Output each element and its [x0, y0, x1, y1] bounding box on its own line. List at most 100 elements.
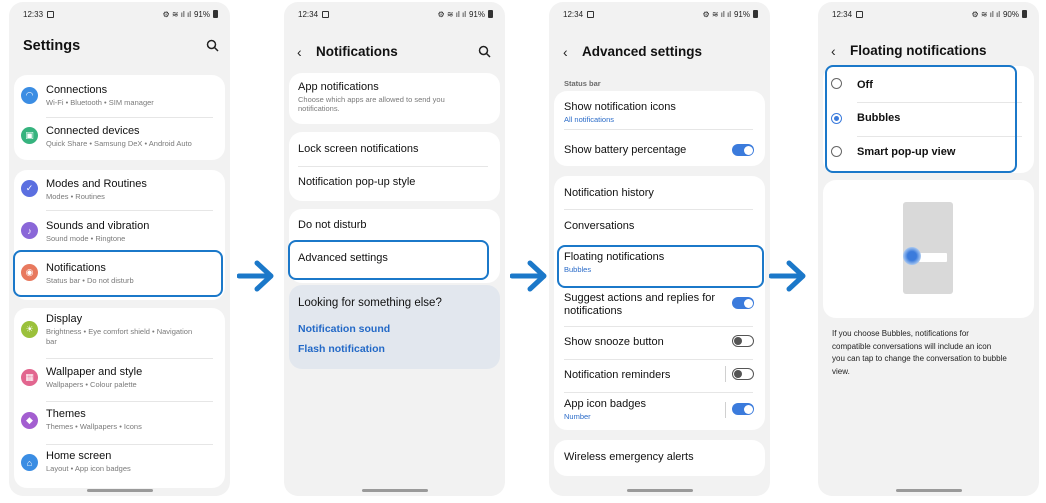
do-not-disturb-item[interactable]: Do not disturb — [289, 209, 500, 243]
settings-group-connections: ◠ Connections Wi-Fi • Bluetooth • SIM ma… — [14, 75, 225, 160]
highlight-notifications — [13, 250, 223, 297]
highlight-advanced-settings — [288, 240, 489, 280]
item-label: Connected devices — [46, 125, 140, 137]
search-icon[interactable] — [206, 39, 219, 52]
settings-screen: 12:33 ⚙ ≋ ıl ıl 91% Settings ◠ Connection… — [9, 2, 230, 496]
settings-item-display[interactable]: ☀ Display Brightness • Eye comfort shiel… — [14, 308, 225, 358]
show-snooze-button-item[interactable]: Show snooze button — [554, 327, 765, 359]
gallery-icon — [322, 10, 330, 18]
status-bar: 12:34 ⚙ ≋ ıl ıl 90% — [832, 8, 1027, 20]
conversations-item[interactable]: Conversations — [554, 210, 765, 242]
highlight-options — [825, 65, 1017, 173]
battery-level: 91% — [733, 9, 750, 19]
reminders-toggle[interactable] — [732, 368, 754, 380]
description-line: compatible conversations will include an… — [832, 341, 992, 351]
app-notifications-sub-cont: notifications. — [298, 104, 340, 113]
settings-item-connections[interactable]: ◠ Connections Wi-Fi • Bluetooth • SIM ma… — [14, 75, 225, 117]
arrow-right-icon — [237, 260, 274, 292]
snooze-toggle[interactable] — [732, 335, 754, 347]
description-line: If you choose Bubbles, notifications for — [832, 329, 969, 338]
suggest-actions-toggle[interactable] — [732, 297, 754, 309]
settings-item-wallpaper[interactable]: ▦ Wallpaper and style Wallpapers • Colou… — [14, 359, 225, 401]
item-sub: Themes • Wallpapers • Icons — [46, 422, 142, 431]
notification-reminders-item[interactable]: Notification reminders — [554, 360, 765, 392]
description-line: view. — [832, 366, 850, 376]
gallery-icon — [587, 10, 595, 18]
devices-icon: ▣ — [21, 127, 38, 144]
arrow-right-icon — [510, 260, 547, 292]
battery-icon — [1022, 10, 1027, 18]
item-label: Show snooze button — [564, 336, 664, 348]
section-header-status-bar: Status bar — [564, 79, 601, 88]
back-icon[interactable]: ‹ — [563, 44, 568, 60]
advanced-settings-screen: 12:34 ⚙ ≋ ıl ıl 91% ‹ Advanced settings S… — [549, 2, 770, 496]
status-time: 12:34 — [563, 9, 584, 19]
page-title: Advanced settings — [582, 44, 703, 59]
sun-icon: ☀ — [21, 321, 38, 338]
search-icon[interactable] — [478, 45, 491, 58]
lock-popup-card: Lock screen notifications Notification p… — [289, 132, 500, 201]
notification-popup-style-item[interactable]: Notification pop-up style — [289, 167, 500, 201]
battery-level: 90% — [1002, 9, 1019, 19]
speaker-icon: ♪ — [21, 222, 38, 239]
status-bar: 12:34 ⚙ ≋ ıl ıl 91% — [298, 8, 493, 20]
battery-icon — [488, 10, 493, 18]
flash-notification-link[interactable]: Flash notification — [298, 343, 385, 355]
suggestion-title: Looking for something else? — [298, 297, 442, 309]
bubble-icon — [903, 247, 921, 265]
lock-screen-notifications-item[interactable]: Lock screen notifications — [289, 132, 500, 166]
item-label: Show notification icons — [564, 101, 676, 113]
notification-sound-link[interactable]: Notification sound — [298, 323, 390, 335]
app-notifications-label: App notifications — [298, 81, 379, 93]
back-icon[interactable]: ‹ — [831, 43, 836, 59]
settings-item-home-screen[interactable]: ⌂ Home screen Layout • App icon badges — [14, 445, 225, 488]
settings-item-sounds[interactable]: ♪ Sounds and vibration Sound mode • Ring… — [14, 211, 225, 252]
battery-icon — [753, 10, 758, 18]
page-title: Floating notifications — [850, 43, 987, 58]
home-icon: ⌂ — [21, 454, 38, 471]
item-label: Suggest actions and replies for — [564, 292, 716, 304]
back-icon[interactable]: ‹ — [297, 44, 302, 60]
home-indicator — [361, 489, 428, 492]
arrow-right-icon — [769, 260, 806, 292]
notification-history-item[interactable]: Notification history — [554, 176, 765, 210]
app-icon-badges-toggle[interactable] — [732, 403, 754, 415]
status-time: 12:33 — [23, 9, 44, 19]
home-indicator — [86, 489, 153, 492]
item-label: Notification pop-up style — [298, 176, 416, 188]
item-sub: Sound mode • Ringtone — [46, 234, 126, 243]
item-sub: Wi-Fi • Bluetooth • SIM manager — [46, 98, 154, 107]
signal-icon: ⚙ ≋ ıl ıl — [162, 9, 191, 19]
highlight-floating-notifications — [557, 245, 764, 288]
show-notification-icons-item[interactable]: Show notification icons All notification… — [554, 91, 765, 129]
app-notifications-card[interactable]: App notifications Choose which apps are … — [289, 73, 500, 124]
wireless-alerts-card[interactable]: Wireless emergency alerts — [554, 440, 765, 476]
settings-item-themes[interactable]: ◆ Themes Themes • Wallpapers • Icons — [14, 402, 225, 444]
item-label: Show battery percentage — [564, 144, 687, 156]
battery-level: 91% — [193, 9, 210, 19]
suggest-actions-item[interactable]: Suggest actions and replies for notifica… — [554, 288, 765, 326]
history-card: Notification history Conversations Float… — [554, 176, 765, 430]
suggestion-card: Looking for something else? Notification… — [289, 285, 500, 369]
item-label: Conversations — [564, 220, 635, 232]
settings-item-connected-devices[interactable]: ▣ Connected devices Quick Share • Samsun… — [14, 118, 225, 160]
item-label: Modes and Routines — [46, 178, 147, 190]
description-line: you can tap to change the conversation t… — [832, 354, 1007, 363]
show-battery-percentage-item[interactable]: Show battery percentage — [554, 130, 765, 166]
item-sub: Brightness • Eye comfort shield • Naviga… — [46, 327, 193, 336]
page-title: Settings — [23, 38, 81, 54]
battery-level: 91% — [468, 9, 485, 19]
item-label: Wireless emergency alerts — [564, 451, 694, 463]
item-label: Display — [46, 313, 83, 325]
status-bar: 12:34 ⚙ ≋ ıl ıl 91% — [563, 8, 758, 20]
battery-percentage-toggle[interactable] — [732, 144, 754, 156]
signal-icon: ⚙ ≋ ıl ıl — [971, 9, 1000, 19]
item-label-cont: notifications — [564, 305, 623, 317]
settings-group-display: ☀ Display Brightness • Eye comfort shiel… — [14, 308, 225, 488]
floating-notifications-screen: 12:34 ⚙ ≋ ıl ıl 90% ‹ Floating notificati… — [818, 2, 1039, 496]
item-sub: Layout • App icon badges — [46, 464, 131, 473]
app-icon-badges-item[interactable]: App icon badges Number — [554, 393, 765, 430]
check-circle-icon: ✓ — [21, 180, 38, 197]
settings-item-modes[interactable]: ✓ Modes and Routines Modes • Routines — [14, 170, 225, 211]
item-sub: Quick Share • Samsung DeX • Android Auto — [46, 139, 192, 148]
